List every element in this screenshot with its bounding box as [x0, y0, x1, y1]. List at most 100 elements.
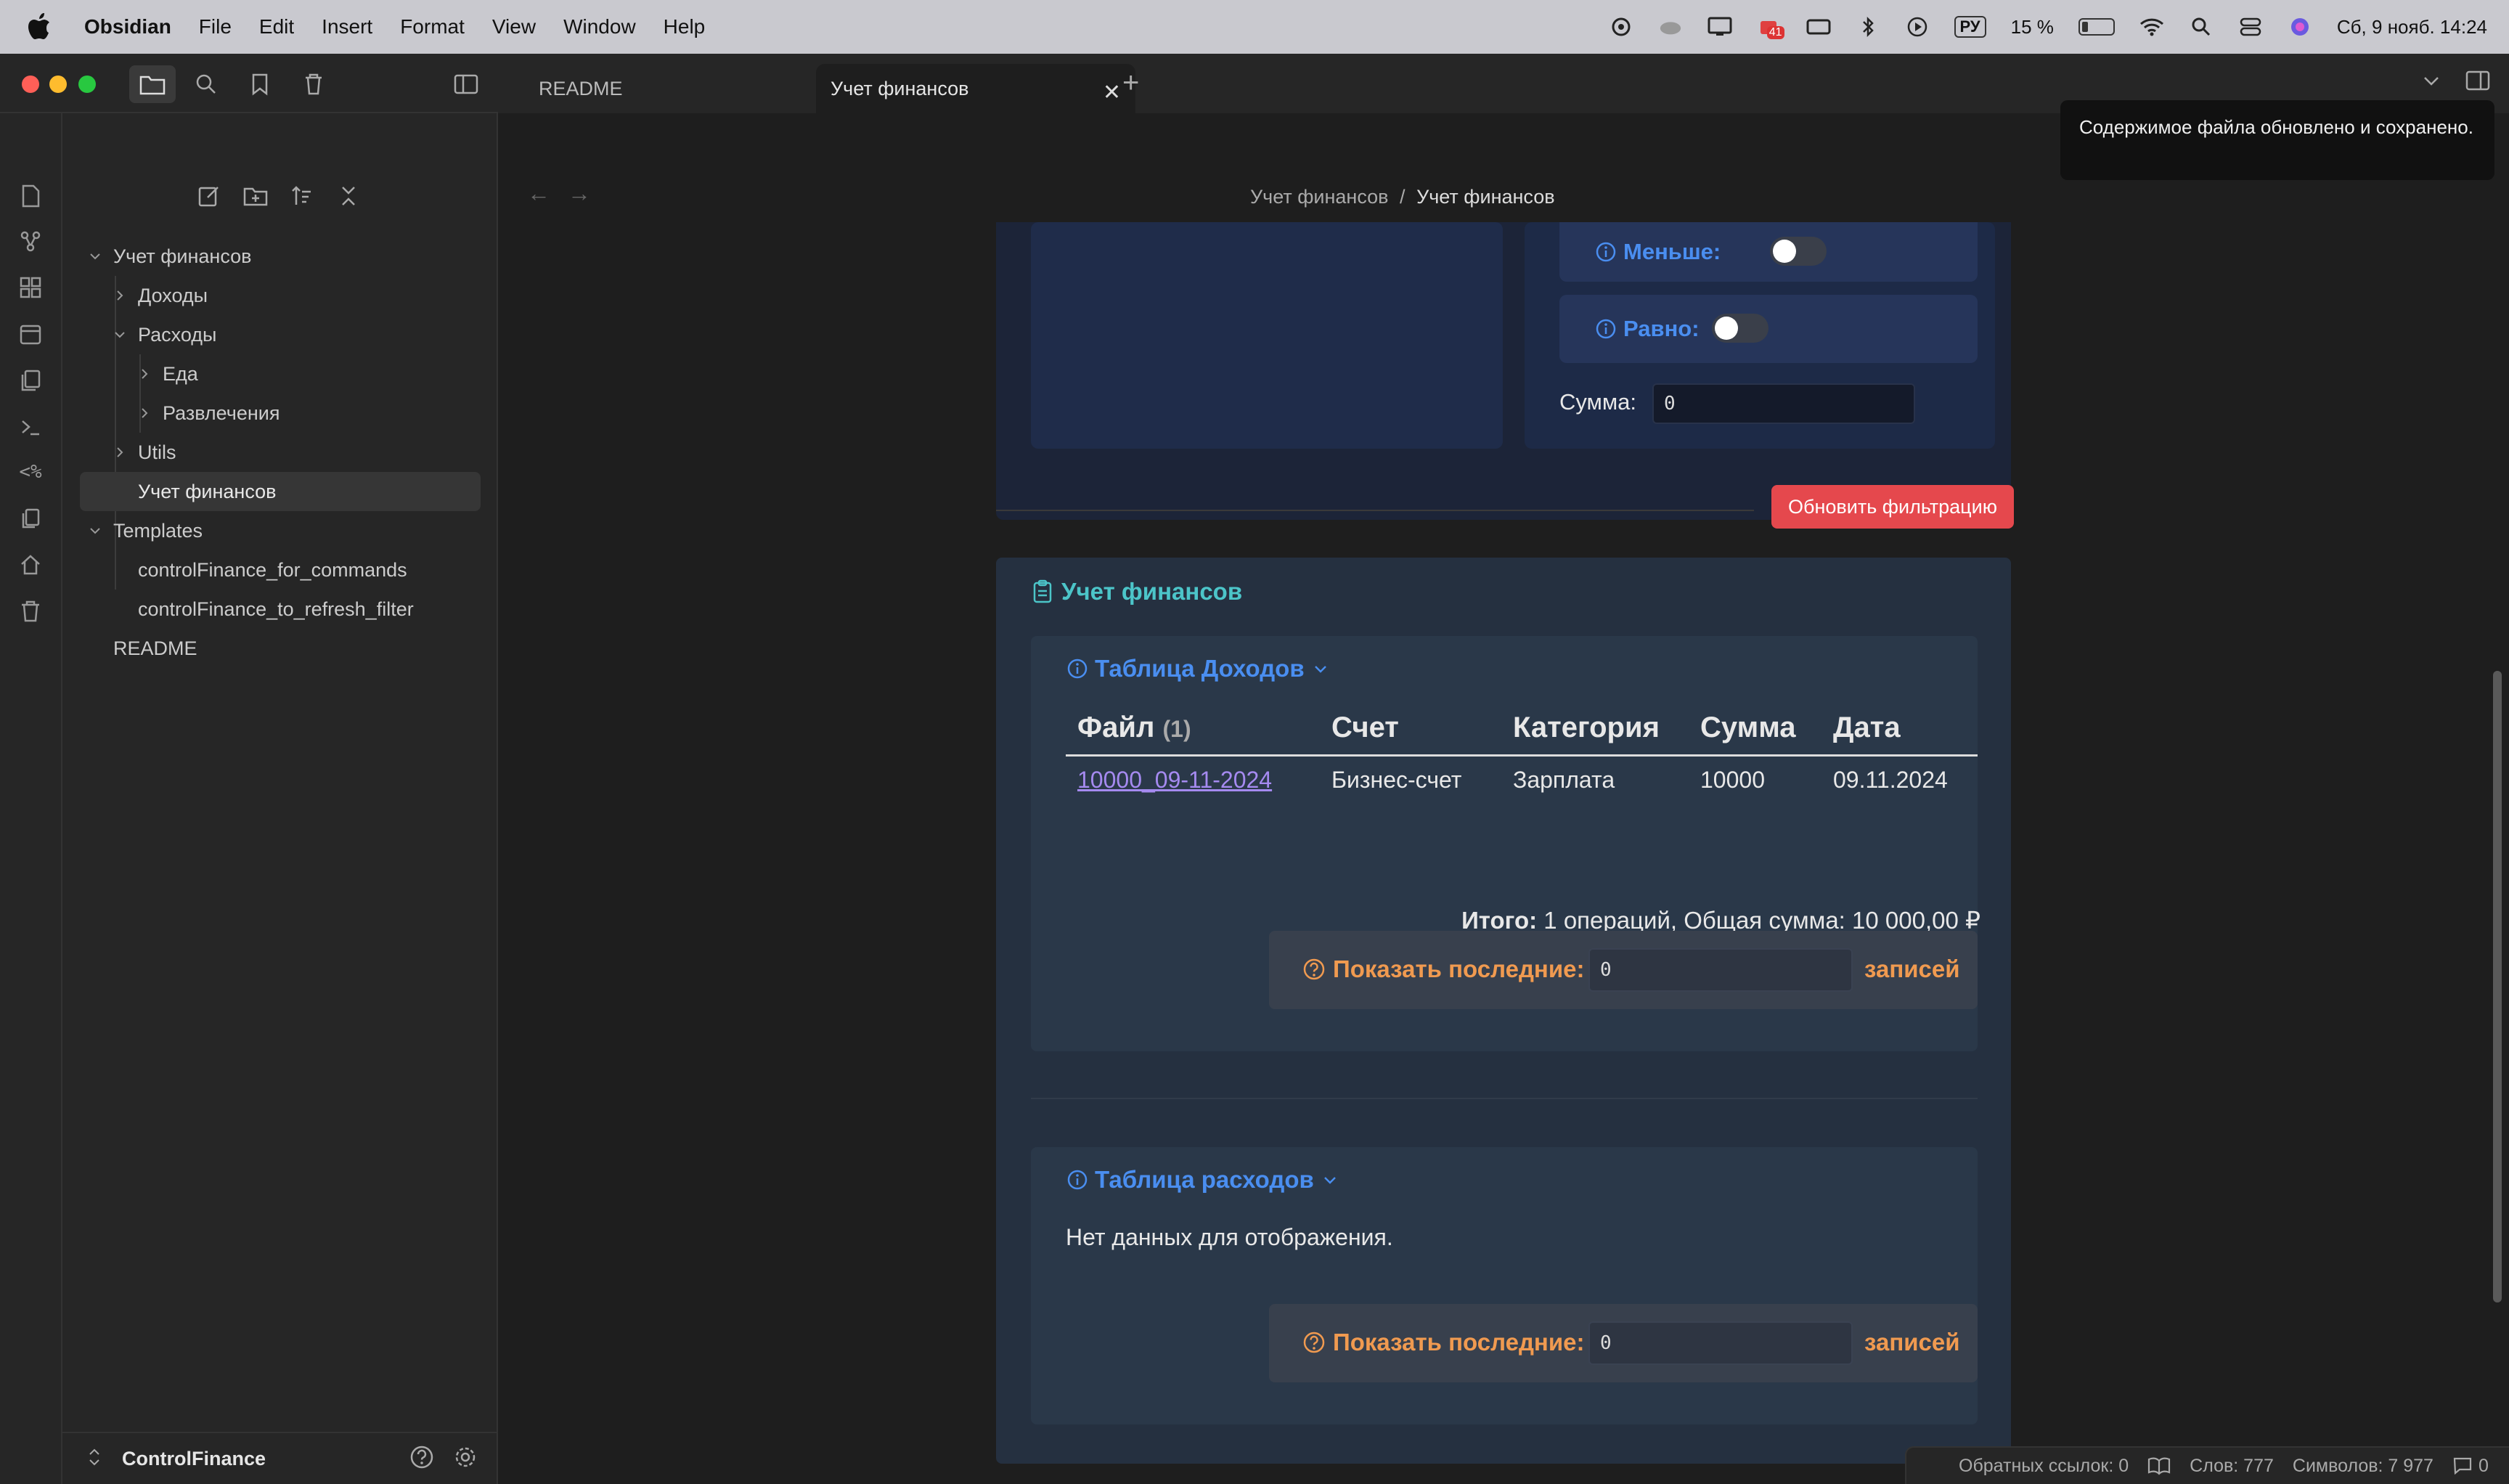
right-sidebar-toggle-icon[interactable]: [2465, 70, 2490, 95]
terminal-icon[interactable]: [17, 414, 44, 440]
refresh-filter-button[interactable]: Обновить фильтрацию: [1771, 485, 2014, 529]
income-table-toggle[interactable]: Таблица Доходов: [1066, 655, 1329, 682]
templater-icon[interactable]: <%: [17, 459, 44, 485]
cloud-icon[interactable]: [1658, 16, 1683, 38]
tree-file-finance[interactable]: Учет финансов: [80, 472, 481, 511]
tree-folder-entertainment[interactable]: Развлечения: [80, 394, 481, 433]
zoom-window-button[interactable]: [78, 76, 96, 93]
new-tab-icon[interactable]: +: [1122, 67, 1139, 99]
tree-folder-templates[interactable]: Templates: [80, 511, 481, 550]
spotlight-search-icon[interactable]: [2189, 16, 2214, 38]
header-account[interactable]: Счет: [1320, 707, 1501, 757]
income-show-last-value: 0: [1600, 959, 1612, 981]
sum-input[interactable]: 0: [1652, 383, 1915, 424]
word-count: Слов: 777: [2190, 1455, 2274, 1476]
menu-view[interactable]: View: [492, 15, 536, 38]
menu-help[interactable]: Help: [664, 15, 706, 38]
income-table: Файл (1) Счет Категория Сумма Дата 10000…: [1066, 707, 1978, 796]
home-icon[interactable]: [17, 552, 44, 578]
wifi-icon[interactable]: [2139, 16, 2164, 38]
siri-icon[interactable]: [2288, 16, 2312, 38]
calendar-icon[interactable]: [17, 321, 44, 347]
breadcrumb-file[interactable]: Учет финансов: [1416, 186, 1555, 208]
scrollbar[interactable]: [2493, 671, 2502, 1302]
delete-icon[interactable]: [17, 598, 44, 624]
templates-icon[interactable]: [17, 367, 44, 394]
tree-file-refresh-filter[interactable]: controlFinance_to_refresh_filter: [80, 590, 481, 629]
expenses-table-toggle[interactable]: Таблица расходов: [1066, 1166, 1339, 1194]
close-window-button[interactable]: [22, 76, 39, 93]
menu-edit[interactable]: Edit: [259, 15, 294, 38]
tree-label: controlFinance_for_commands: [138, 558, 407, 581]
trash-icon[interactable]: [299, 70, 328, 99]
new-note-icon[interactable]: [195, 182, 224, 211]
header-category[interactable]: Категория: [1501, 707, 1689, 757]
reading-mode-icon[interactable]: [2147, 1456, 2171, 1475]
chevron-down-icon: [112, 327, 128, 343]
help-icon[interactable]: [409, 1445, 434, 1473]
input-language[interactable]: РУ: [1954, 16, 1986, 38]
forward-arrow-icon[interactable]: →: [568, 180, 591, 207]
cell-sum: 10000: [1700, 767, 1765, 794]
editor-pane: ← → Учет финансов / Учет финансов Меньше…: [499, 113, 2509, 1484]
tree-label: controlFinance_to_refresh_filter: [138, 598, 414, 620]
clock[interactable]: Сб, 9 нояб. 14:24: [2337, 16, 2487, 38]
sidebar-toggle-icon[interactable]: [452, 70, 481, 99]
graph-view-icon[interactable]: [17, 228, 44, 254]
header-date[interactable]: Дата: [1821, 707, 1978, 757]
tree-file-commands[interactable]: controlFinance_for_commands: [80, 550, 481, 590]
chevron-right-icon: [112, 444, 128, 460]
menu-app-name[interactable]: Obsidian: [84, 15, 171, 38]
chevron-right-icon: [112, 288, 128, 303]
canvas-icon[interactable]: [17, 274, 44, 301]
battery-icon[interactable]: [2078, 18, 2115, 36]
menu-window[interactable]: Window: [563, 15, 636, 38]
chevron-down-icon[interactable]: [2420, 70, 2442, 95]
file-link[interactable]: 10000_09-11-2024: [1077, 767, 1272, 793]
header-file[interactable]: Файл (1): [1066, 707, 1320, 757]
collapse-all-icon[interactable]: [334, 182, 363, 211]
filter-equal-toggle[interactable]: [1712, 314, 1768, 343]
income-show-last-input[interactable]: 0: [1588, 948, 1853, 992]
tab-readme[interactable]: README: [498, 64, 815, 113]
comments-icon[interactable]: 0: [2452, 1456, 2489, 1477]
apple-icon[interactable]: [28, 13, 55, 41]
display-icon[interactable]: [1708, 16, 1732, 38]
keyboard-icon[interactable]: [1806, 16, 1831, 38]
menu-file[interactable]: File: [199, 15, 232, 38]
filter-less-toggle[interactable]: [1770, 237, 1827, 266]
back-arrow-icon[interactable]: ←: [527, 180, 550, 207]
tab-finance[interactable]: Учет финансов ✕: [816, 64, 1135, 113]
bookmark-icon[interactable]: [245, 70, 274, 99]
tree-folder-utils[interactable]: Utils: [80, 433, 481, 472]
vault-name: ControlFinance: [122, 1447, 266, 1469]
openai-icon[interactable]: [1609, 16, 1633, 38]
notification-toast[interactable]: Содержимое файла обновлено и сохранено.: [2060, 100, 2494, 180]
new-folder-icon[interactable]: [241, 182, 270, 211]
breadcrumb-folder[interactable]: Учет финансов: [1250, 186, 1389, 208]
copy-icon[interactable]: [17, 505, 44, 531]
header-sum[interactable]: Сумма: [1689, 707, 1821, 757]
open-quick-switcher-icon[interactable]: [17, 183, 44, 209]
vault-switcher[interactable]: ControlFinance: [62, 1432, 497, 1484]
tree-folder-expenses[interactable]: Расходы: [80, 315, 481, 354]
menu-bar: Obsidian File Edit Insert Format View Wi…: [0, 0, 2509, 54]
settings-gear-icon[interactable]: [453, 1445, 478, 1473]
tree-folder-finance[interactable]: Учет финансов: [80, 237, 481, 276]
bluetooth-icon[interactable]: [1856, 16, 1880, 38]
tree-file-readme[interactable]: README: [80, 629, 481, 668]
tree-folder-food[interactable]: Еда: [80, 354, 481, 394]
search-icon[interactable]: [192, 70, 221, 99]
close-tab-icon[interactable]: ✕: [1103, 80, 1121, 105]
backlinks-count[interactable]: Обратных ссылок: 0: [1959, 1456, 2129, 1477]
control-center-icon[interactable]: [2238, 16, 2263, 38]
minimize-window-button[interactable]: [49, 76, 67, 93]
sort-icon[interactable]: [287, 182, 317, 211]
tree-folder-income[interactable]: Доходы: [80, 276, 481, 315]
folder-icon[interactable]: [129, 65, 176, 103]
play-icon[interactable]: [1905, 16, 1930, 38]
menu-format[interactable]: Format: [400, 15, 465, 38]
expenses-show-last-input[interactable]: 0: [1588, 1321, 1853, 1365]
menu-insert[interactable]: Insert: [322, 15, 372, 38]
notifications-icon[interactable]: 41: [1757, 16, 1784, 39]
